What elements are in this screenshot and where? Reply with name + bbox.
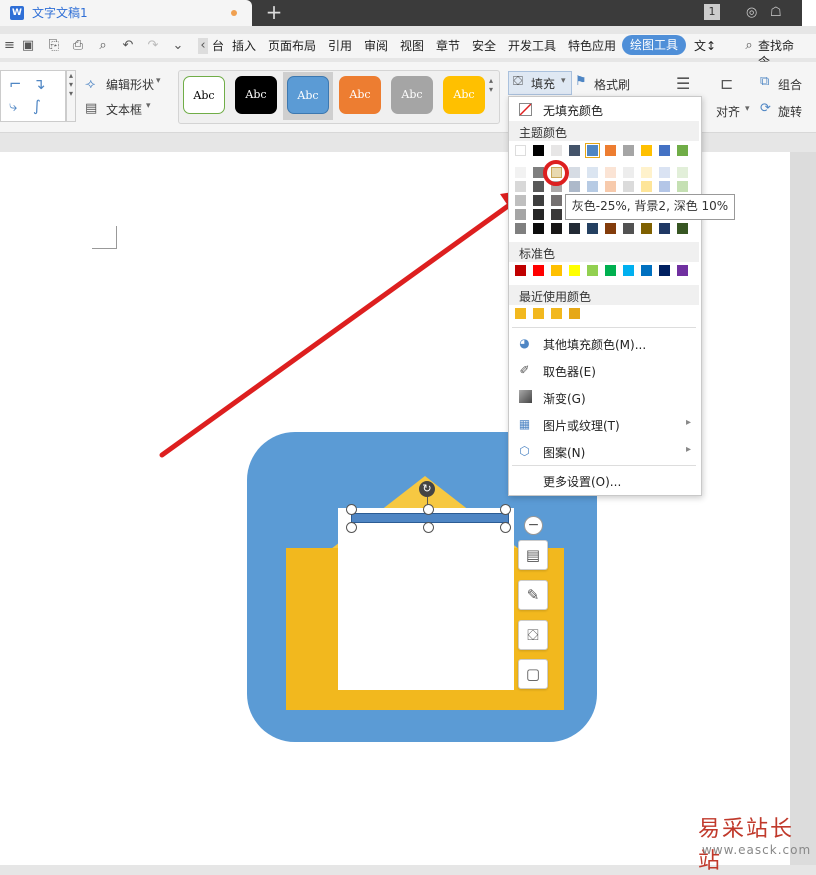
gradient-item[interactable]: 渐变(G) [509, 384, 699, 410]
recent-color-swatch[interactable] [515, 308, 526, 319]
theme-shade-swatch[interactable] [515, 223, 526, 234]
theme-colors-header: 主题颜色 [509, 121, 699, 141]
standard-color-swatch[interactable] [569, 265, 580, 276]
no-fill-icon [519, 103, 532, 116]
standard-color-swatch[interactable] [677, 265, 688, 276]
highlight-circle-annotation [543, 160, 569, 186]
eyedropper-item[interactable]: ✐ 取色器(E) [509, 357, 699, 383]
theme-shade-swatch[interactable] [605, 181, 616, 192]
theme-color-swatch[interactable] [659, 145, 670, 156]
recent-colors-header: 最近使用颜色 [509, 285, 699, 305]
theme-shade-swatch[interactable] [533, 195, 544, 206]
theme-shade-swatch[interactable] [569, 181, 580, 192]
standard-color-swatch[interactable] [551, 265, 562, 276]
submenu-arrow-icon: ▸ [685, 444, 691, 455]
picture-texture-label: 图片或纹理(T) [543, 419, 620, 433]
theme-shade-swatch[interactable] [569, 223, 580, 234]
standard-color-swatch[interactable] [641, 265, 652, 276]
theme-shade-swatch[interactable] [587, 167, 598, 178]
eyedropper-label: 取色器(E) [543, 365, 596, 379]
color-tooltip: 灰色-25%, 背景2, 深色 10% [565, 194, 735, 220]
theme-shade-swatch[interactable] [623, 181, 634, 192]
theme-shade-swatch[interactable] [641, 181, 652, 192]
theme-shade-swatch[interactable] [605, 223, 616, 234]
gradient-icon [519, 390, 532, 403]
theme-shade-swatch[interactable] [659, 223, 670, 234]
more-settings-item[interactable]: 更多设置(O)... [509, 467, 699, 493]
theme-color-swatch[interactable] [551, 145, 562, 156]
standard-color-swatch[interactable] [623, 265, 634, 276]
standard-color-swatch[interactable] [659, 265, 670, 276]
pattern-icon: ⬡ [519, 444, 530, 458]
theme-shade-swatch[interactable] [551, 195, 562, 206]
recent-color-row [515, 308, 693, 320]
theme-shade-swatch[interactable] [569, 167, 580, 178]
dropdown-divider [512, 465, 696, 466]
theme-shade-swatch[interactable] [623, 167, 634, 178]
texture-icon: ▦ [518, 417, 531, 431]
recent-colors-label: 最近使用颜色 [519, 290, 592, 304]
theme-shade-swatch[interactable] [677, 167, 688, 178]
pattern-item[interactable]: ⬡ 图案(N) ▸ [509, 438, 699, 464]
theme-shade-swatch[interactable] [515, 209, 526, 220]
theme-shade-swatch[interactable] [551, 223, 562, 234]
standard-color-swatch[interactable] [533, 265, 544, 276]
theme-shade-swatch[interactable] [641, 223, 652, 234]
no-fill-item[interactable]: 无填充颜色 [509, 96, 699, 122]
theme-color-swatch[interactable] [677, 145, 688, 156]
standard-colors-header: 标准色 [509, 242, 699, 262]
theme-shade-swatch[interactable] [641, 167, 652, 178]
gradient-label: 渐变(G) [543, 392, 586, 406]
standard-colors-label: 标准色 [519, 247, 556, 261]
more-fill-colors-item[interactable]: ◕ 其他填充颜色(M)... [509, 330, 699, 356]
theme-color-swatch[interactable] [533, 145, 544, 156]
standard-color-swatch[interactable] [515, 265, 526, 276]
pattern-label: 图案(N) [543, 446, 586, 460]
eyedropper-icon: ✐ [519, 363, 530, 377]
theme-shade-swatch[interactable] [677, 223, 688, 234]
theme-shade-swatch[interactable] [623, 223, 634, 234]
standard-color-swatch[interactable] [587, 265, 598, 276]
theme-shade-swatch[interactable] [587, 181, 598, 192]
theme-shade-swatch[interactable] [533, 181, 544, 192]
theme-shade-swatch[interactable] [515, 195, 526, 206]
standard-color-swatch[interactable] [605, 265, 616, 276]
theme-shade-swatch[interactable] [515, 181, 526, 192]
theme-colors-label: 主题颜色 [519, 126, 568, 140]
theme-color-swatch[interactable] [515, 145, 526, 156]
theme-color-grid [515, 143, 693, 237]
recent-color-swatch[interactable] [551, 308, 562, 319]
more-fill-colors-label: 其他填充颜色(M)... [543, 338, 647, 352]
theme-color-swatch[interactable] [585, 143, 600, 158]
theme-shade-swatch[interactable] [551, 209, 562, 220]
standard-color-row [515, 265, 693, 277]
theme-shade-swatch[interactable] [605, 167, 616, 178]
theme-shade-swatch[interactable] [659, 167, 670, 178]
theme-color-swatch[interactable] [605, 145, 616, 156]
theme-shade-swatch[interactable] [659, 181, 670, 192]
theme-color-swatch[interactable] [641, 145, 652, 156]
more-settings-label: 更多设置(O)... [543, 475, 622, 489]
dropdown-divider [512, 327, 696, 328]
picture-texture-item[interactable]: ▦ 图片或纹理(T) ▸ [509, 411, 699, 437]
theme-shade-swatch[interactable] [515, 167, 526, 178]
recent-color-swatch[interactable] [569, 308, 580, 319]
watermark-url: www.easck.com [702, 843, 812, 857]
color-wheel-icon: ◕ [519, 336, 530, 350]
submenu-arrow-icon: ▸ [685, 417, 691, 428]
no-fill-label: 无填充颜色 [543, 104, 604, 118]
theme-color-swatch[interactable] [623, 145, 634, 156]
theme-shade-swatch[interactable] [533, 223, 544, 234]
theme-shade-swatch[interactable] [533, 209, 544, 220]
theme-shade-swatch[interactable] [587, 223, 598, 234]
recent-color-swatch[interactable] [533, 308, 544, 319]
theme-color-swatch[interactable] [569, 145, 580, 156]
theme-shade-swatch[interactable] [677, 181, 688, 192]
